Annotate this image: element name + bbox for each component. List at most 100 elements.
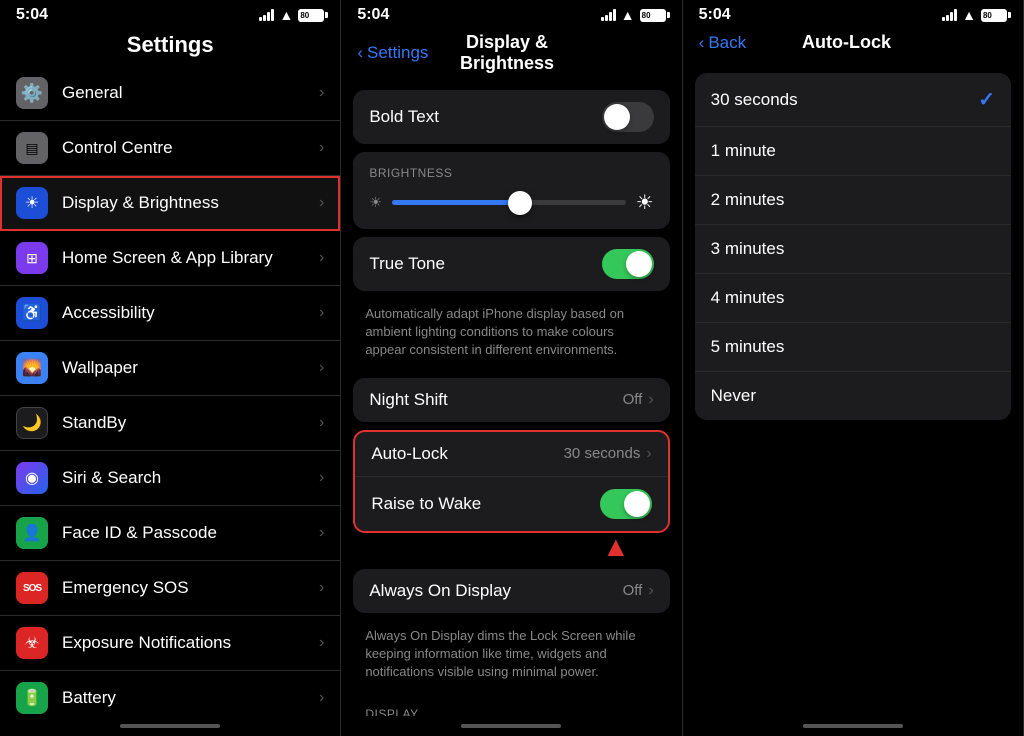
true-tone-desc: Automatically adapt iPhone display based… xyxy=(341,299,681,370)
autolock-item-5min[interactable]: 5 minutes xyxy=(695,323,1011,372)
home-screen-icon: ⊞ xyxy=(16,242,48,274)
brightness-high-icon: ☀ xyxy=(636,190,654,215)
time-panel1: 5:04 xyxy=(16,6,48,24)
signal-icon-p3 xyxy=(942,9,957,21)
signal-icon-p2 xyxy=(601,9,616,21)
status-icons-panel2: ▲ 80 xyxy=(601,7,666,23)
general-label: General xyxy=(62,83,319,103)
wallpaper-icon: 🌄 xyxy=(16,352,48,384)
back-label-p3: Back xyxy=(708,33,746,53)
toggle-knob-rtw xyxy=(624,491,650,517)
settings-item-standby[interactable]: 🌙 StandBy › xyxy=(0,396,340,451)
settings-list: ⚙️ General › ▤ Control Centre › ☀ Displa… xyxy=(0,66,340,716)
autolock-label-4min: 4 minutes xyxy=(711,288,995,308)
autolock-item-never[interactable]: Never xyxy=(695,372,1011,420)
settings-item-exposure[interactable]: ☣ Exposure Notifications › xyxy=(0,616,340,671)
checkmark-30sec: ✓ xyxy=(978,87,995,112)
auto-lock-panel: 5:04 ▲ 80 ‹ Back Auto-Lock 30 seconds ✓ xyxy=(683,0,1024,736)
chevron-icon: › xyxy=(319,359,324,377)
toggle-knob-tt xyxy=(626,251,652,277)
autolock-label-never: Never xyxy=(711,386,995,406)
battery-settings-icon: 🔋 xyxy=(16,682,48,714)
brightness-section: BRIGHTNESS ☀ ☀ xyxy=(353,152,669,229)
time-panel2: 5:04 xyxy=(357,6,389,24)
battery-label: Battery xyxy=(62,688,319,708)
general-icon: ⚙️ xyxy=(16,77,48,109)
settings-title: Settings xyxy=(0,28,340,66)
chevron-icon: › xyxy=(319,84,324,102)
back-label-p2: Settings xyxy=(367,43,428,63)
settings-item-battery[interactable]: 🔋 Battery › xyxy=(0,671,340,716)
always-on-section-wrapper: Always On Display Off › Always On Displa… xyxy=(341,569,681,692)
true-tone-row[interactable]: True Tone xyxy=(353,237,669,291)
true-tone-toggle[interactable] xyxy=(602,249,654,279)
standby-label: StandBy xyxy=(62,413,319,433)
true-tone-label: True Tone xyxy=(369,254,601,274)
status-icons-panel3: ▲ 80 xyxy=(942,7,1007,23)
bold-text-section: Bold Text xyxy=(353,90,669,144)
bold-text-row[interactable]: Bold Text xyxy=(353,90,669,144)
siri-label: Siri & Search xyxy=(62,468,319,488)
true-tone-section: True Tone xyxy=(353,237,669,291)
chevron-night: › xyxy=(648,391,653,409)
standby-icon: 🌙 xyxy=(16,407,48,439)
bold-text-toggle[interactable] xyxy=(602,102,654,132)
time-panel3: 5:04 xyxy=(699,6,731,24)
display-section-header: DISPLAY xyxy=(341,691,681,716)
display-title: Display & Brightness xyxy=(428,32,585,74)
chevron-icon: › xyxy=(319,634,324,652)
wifi-icon-p3: ▲ xyxy=(962,7,976,23)
raise-to-wake-row[interactable]: Raise to Wake xyxy=(355,477,667,531)
always-on-row[interactable]: Always On Display Off › xyxy=(353,569,669,613)
always-on-label: Always On Display xyxy=(369,581,622,601)
display-icon: ☀ xyxy=(16,187,48,219)
auto-lock-row[interactable]: Auto-Lock 30 seconds › xyxy=(355,432,667,477)
night-shift-label: Night Shift xyxy=(369,390,622,410)
auto-lock-label: Auto-Lock xyxy=(371,444,563,464)
back-chevron-icon-p3: ‹ xyxy=(699,33,705,53)
settings-item-home-screen[interactable]: ⊞ Home Screen & App Library › xyxy=(0,231,340,286)
chevron-icon: › xyxy=(319,139,324,157)
chevron-icon: › xyxy=(319,689,324,707)
auto-lock-nav-bar: ‹ Back Auto-Lock xyxy=(683,28,1023,61)
wallpaper-label: Wallpaper xyxy=(62,358,319,378)
autolock-item-1min[interactable]: 1 minute xyxy=(695,127,1011,176)
battery-icon: 80 xyxy=(298,9,324,22)
back-button-p2[interactable]: ‹ Settings xyxy=(357,43,428,63)
autolock-label-30sec: 30 seconds xyxy=(711,90,979,110)
settings-item-face-id[interactable]: 👤 Face ID & Passcode › xyxy=(0,506,340,561)
autolock-item-3min[interactable]: 3 minutes xyxy=(695,225,1011,274)
settings-item-siri[interactable]: ◉ Siri & Search › xyxy=(0,451,340,506)
settings-item-emergency-sos[interactable]: SOS Emergency SOS › xyxy=(0,561,340,616)
home-indicator-p3 xyxy=(683,716,1023,736)
autolock-label-1min: 1 minute xyxy=(711,141,995,161)
autolock-item-2min[interactable]: 2 minutes xyxy=(695,176,1011,225)
brightness-row: ☀ ☀ xyxy=(369,190,653,215)
back-button-p3[interactable]: ‹ Back xyxy=(699,33,746,53)
face-id-label: Face ID & Passcode xyxy=(62,523,319,543)
display-nav-bar: ‹ Settings Display & Brightness xyxy=(341,28,681,82)
sos-icon: SOS xyxy=(16,572,48,604)
settings-item-control-centre[interactable]: ▤ Control Centre › xyxy=(0,121,340,176)
slider-thumb[interactable] xyxy=(508,191,532,215)
raise-to-wake-toggle[interactable] xyxy=(600,489,652,519)
face-id-icon: 👤 xyxy=(16,517,48,549)
annotation-arrow-up: ▲ xyxy=(602,533,630,561)
brightness-slider[interactable] xyxy=(392,200,626,205)
autolock-item-30sec[interactable]: 30 seconds ✓ xyxy=(695,73,1011,127)
chevron-icon: › xyxy=(319,249,324,267)
settings-item-wallpaper[interactable]: 🌄 Wallpaper › xyxy=(0,341,340,396)
sos-label: Emergency SOS xyxy=(62,578,319,598)
wifi-icon-p2: ▲ xyxy=(621,7,635,23)
settings-item-display-brightness[interactable]: ☀ Display & Brightness › xyxy=(0,176,340,231)
autolock-item-4min[interactable]: 4 minutes xyxy=(695,274,1011,323)
control-centre-label: Control Centre xyxy=(62,138,319,158)
autolock-label-5min: 5 minutes xyxy=(711,337,995,357)
always-on-desc: Always On Display dims the Lock Screen w… xyxy=(341,621,681,692)
night-shift-row[interactable]: Night Shift Off › xyxy=(353,378,669,422)
settings-item-general[interactable]: ⚙️ General › xyxy=(0,66,340,121)
night-shift-value: Off xyxy=(623,391,643,408)
toggle-knob xyxy=(604,104,630,130)
home-bar-p1 xyxy=(120,724,220,728)
settings-item-accessibility[interactable]: ♿ Accessibility › xyxy=(0,286,340,341)
